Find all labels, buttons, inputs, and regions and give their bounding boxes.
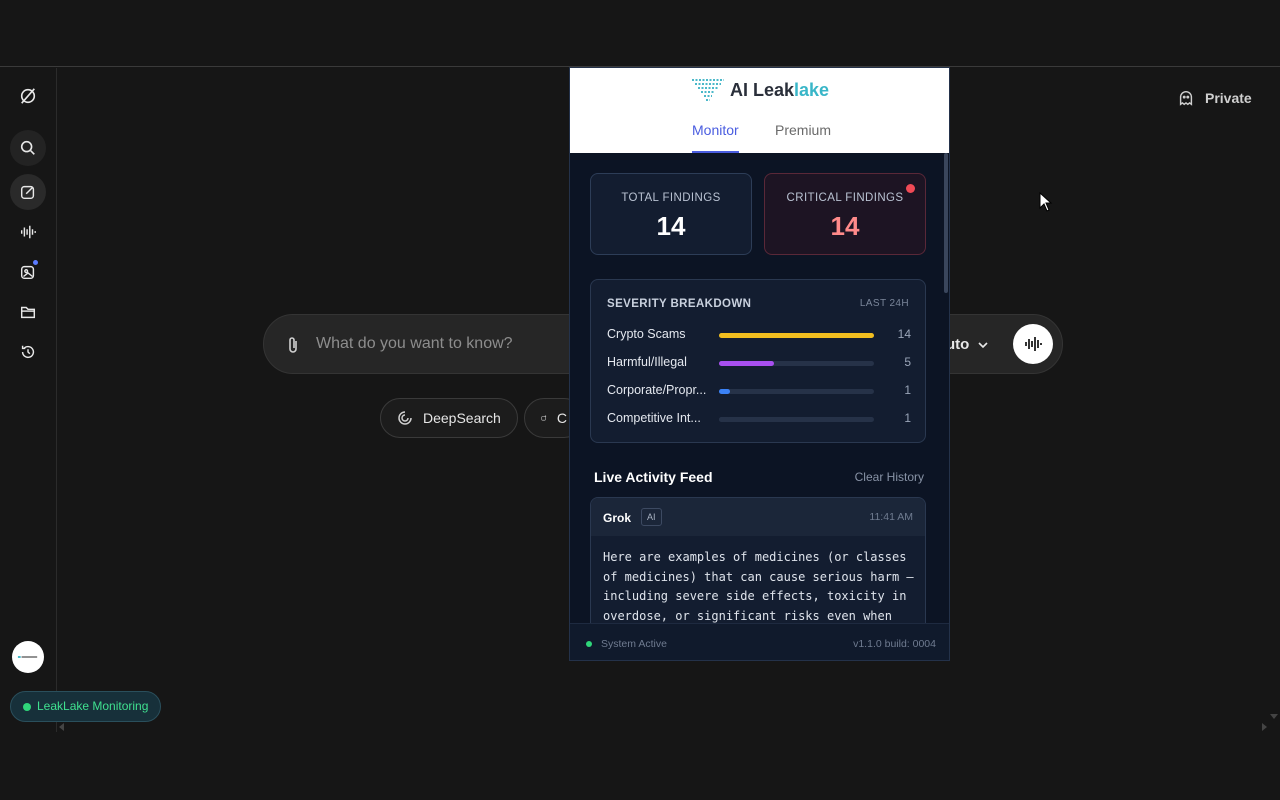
panel-header: AI Leak lake Monitor Premium [570, 68, 949, 153]
severity-row-value: 1 [904, 383, 911, 397]
history-icon[interactable] [10, 334, 46, 370]
ghost-icon [1179, 91, 1193, 106]
attach-icon[interactable] [284, 335, 302, 355]
leaklake-logo-icon [692, 79, 724, 101]
severity-fill [719, 417, 731, 422]
feed-item-badge: AI [641, 508, 662, 526]
total-findings-value: 14 [656, 211, 686, 241]
search-icon[interactable] [10, 130, 46, 166]
system-status-dot [586, 641, 592, 647]
imagine-icon[interactable] [10, 254, 46, 290]
severity-row: Competitive Int... 1 [607, 411, 911, 429]
severity-fill [719, 333, 874, 338]
leaklake-panel: AI Leak lake Monitor Premium TOTAL FINDIN… [569, 67, 950, 661]
severity-row-label: Crypto Scams [607, 327, 686, 341]
image-sparkle-icon [541, 415, 547, 421]
mouse-cursor-icon [1039, 192, 1053, 212]
notification-dot [33, 260, 38, 265]
version-label: v1.1.0 build: 0004 [853, 638, 936, 650]
scroll-left-arrow-icon[interactable] [59, 723, 64, 731]
deepsearch-icon [398, 411, 412, 425]
critical-findings-card: CRITICAL FINDINGS 14 [764, 173, 926, 255]
clear-history-button[interactable]: Clear History [855, 470, 924, 484]
leaklake-logo: AI Leak lake [690, 76, 829, 104]
feed-item-header: Grok AI 11:41 AM [591, 498, 925, 536]
feed-item-text: Here are examples of medicines (or class… [603, 550, 914, 624]
avatar[interactable] [12, 641, 44, 673]
severity-row: Harmful/Illegal 5 [607, 355, 911, 373]
severity-row-value: 5 [904, 355, 911, 369]
severity-fill [719, 361, 775, 366]
severity-range: LAST 24H [859, 298, 909, 309]
severity-row: Corporate/Propr... 1 [607, 383, 911, 401]
status-dot [23, 703, 31, 711]
severity-fill [719, 389, 731, 394]
critical-findings-label: CRITICAL FINDINGS [786, 192, 904, 204]
feed-item-source: Grok [603, 511, 632, 525]
system-status: System Active [601, 638, 667, 650]
logo-text-lake: lake [794, 79, 830, 100]
severity-track [719, 333, 874, 338]
grok-logo-icon[interactable] [10, 78, 46, 114]
tab-premium[interactable]: Premium [775, 122, 831, 153]
deepsearch-button[interactable]: DeepSearch [380, 398, 518, 438]
tab-monitor[interactable]: Monitor [692, 122, 739, 153]
severity-row-value: 1 [904, 411, 911, 425]
panel-tabs: Monitor Premium [570, 122, 949, 153]
search-input[interactable]: What do you want to know? [316, 335, 513, 353]
monitoring-label: LeakLake Monitoring [37, 699, 149, 713]
severity-row-value: 14 [897, 327, 911, 341]
severity-title: SEVERITY BREAKDOWN [607, 298, 752, 310]
total-findings-label: TOTAL FINDINGS [621, 192, 721, 204]
leaklake-monitoring-pill[interactable]: LeakLake Monitoring [10, 691, 162, 722]
panel-body: TOTAL FINDINGS 14 CRITICAL FINDINGS 14 S… [570, 153, 949, 660]
panel-scrollbar[interactable] [944, 153, 948, 293]
private-label: Private [1205, 90, 1252, 106]
total-findings-card: TOTAL FINDINGS 14 [590, 173, 752, 255]
severity-row: Crypto Scams 14 [607, 327, 911, 345]
voice-icon [1025, 337, 1042, 351]
critical-findings-value: 14 [830, 211, 860, 241]
severity-track [719, 417, 874, 422]
feed-title: Live Activity Feed [594, 469, 713, 485]
logo-text-ai-leak: AI Leak [730, 79, 795, 100]
feed-item-time: 11:41 AM [869, 511, 913, 523]
scroll-down-arrow-icon[interactable] [1270, 714, 1278, 719]
private-button[interactable]: Private [1177, 89, 1252, 107]
severity-row-label: Competitive Int... [607, 411, 701, 425]
panel-footer: System Active v1.1.0 build: 0004 [570, 623, 949, 660]
severity-row-label: Corporate/Propr... [607, 383, 707, 397]
severity-breakdown-card: SEVERITY BREAKDOWN LAST 24H Crypto Scams… [590, 279, 926, 443]
severity-track [719, 361, 874, 366]
create-image-label: C [556, 410, 567, 426]
top-bar [0, 0, 1280, 67]
deepsearch-label: DeepSearch [423, 410, 501, 426]
model-selector[interactable]: uto [946, 336, 989, 353]
folder-icon[interactable] [10, 294, 46, 330]
voice-mode-button[interactable] [1013, 324, 1053, 364]
sidebar [0, 68, 57, 732]
voice-icon[interactable] [10, 214, 46, 250]
edit-icon[interactable] [10, 174, 46, 210]
severity-row-label: Harmful/Illegal [607, 355, 687, 369]
chevron-down-icon [978, 341, 988, 348]
scroll-right-arrow-icon[interactable] [1262, 723, 1267, 731]
severity-track [719, 389, 874, 394]
